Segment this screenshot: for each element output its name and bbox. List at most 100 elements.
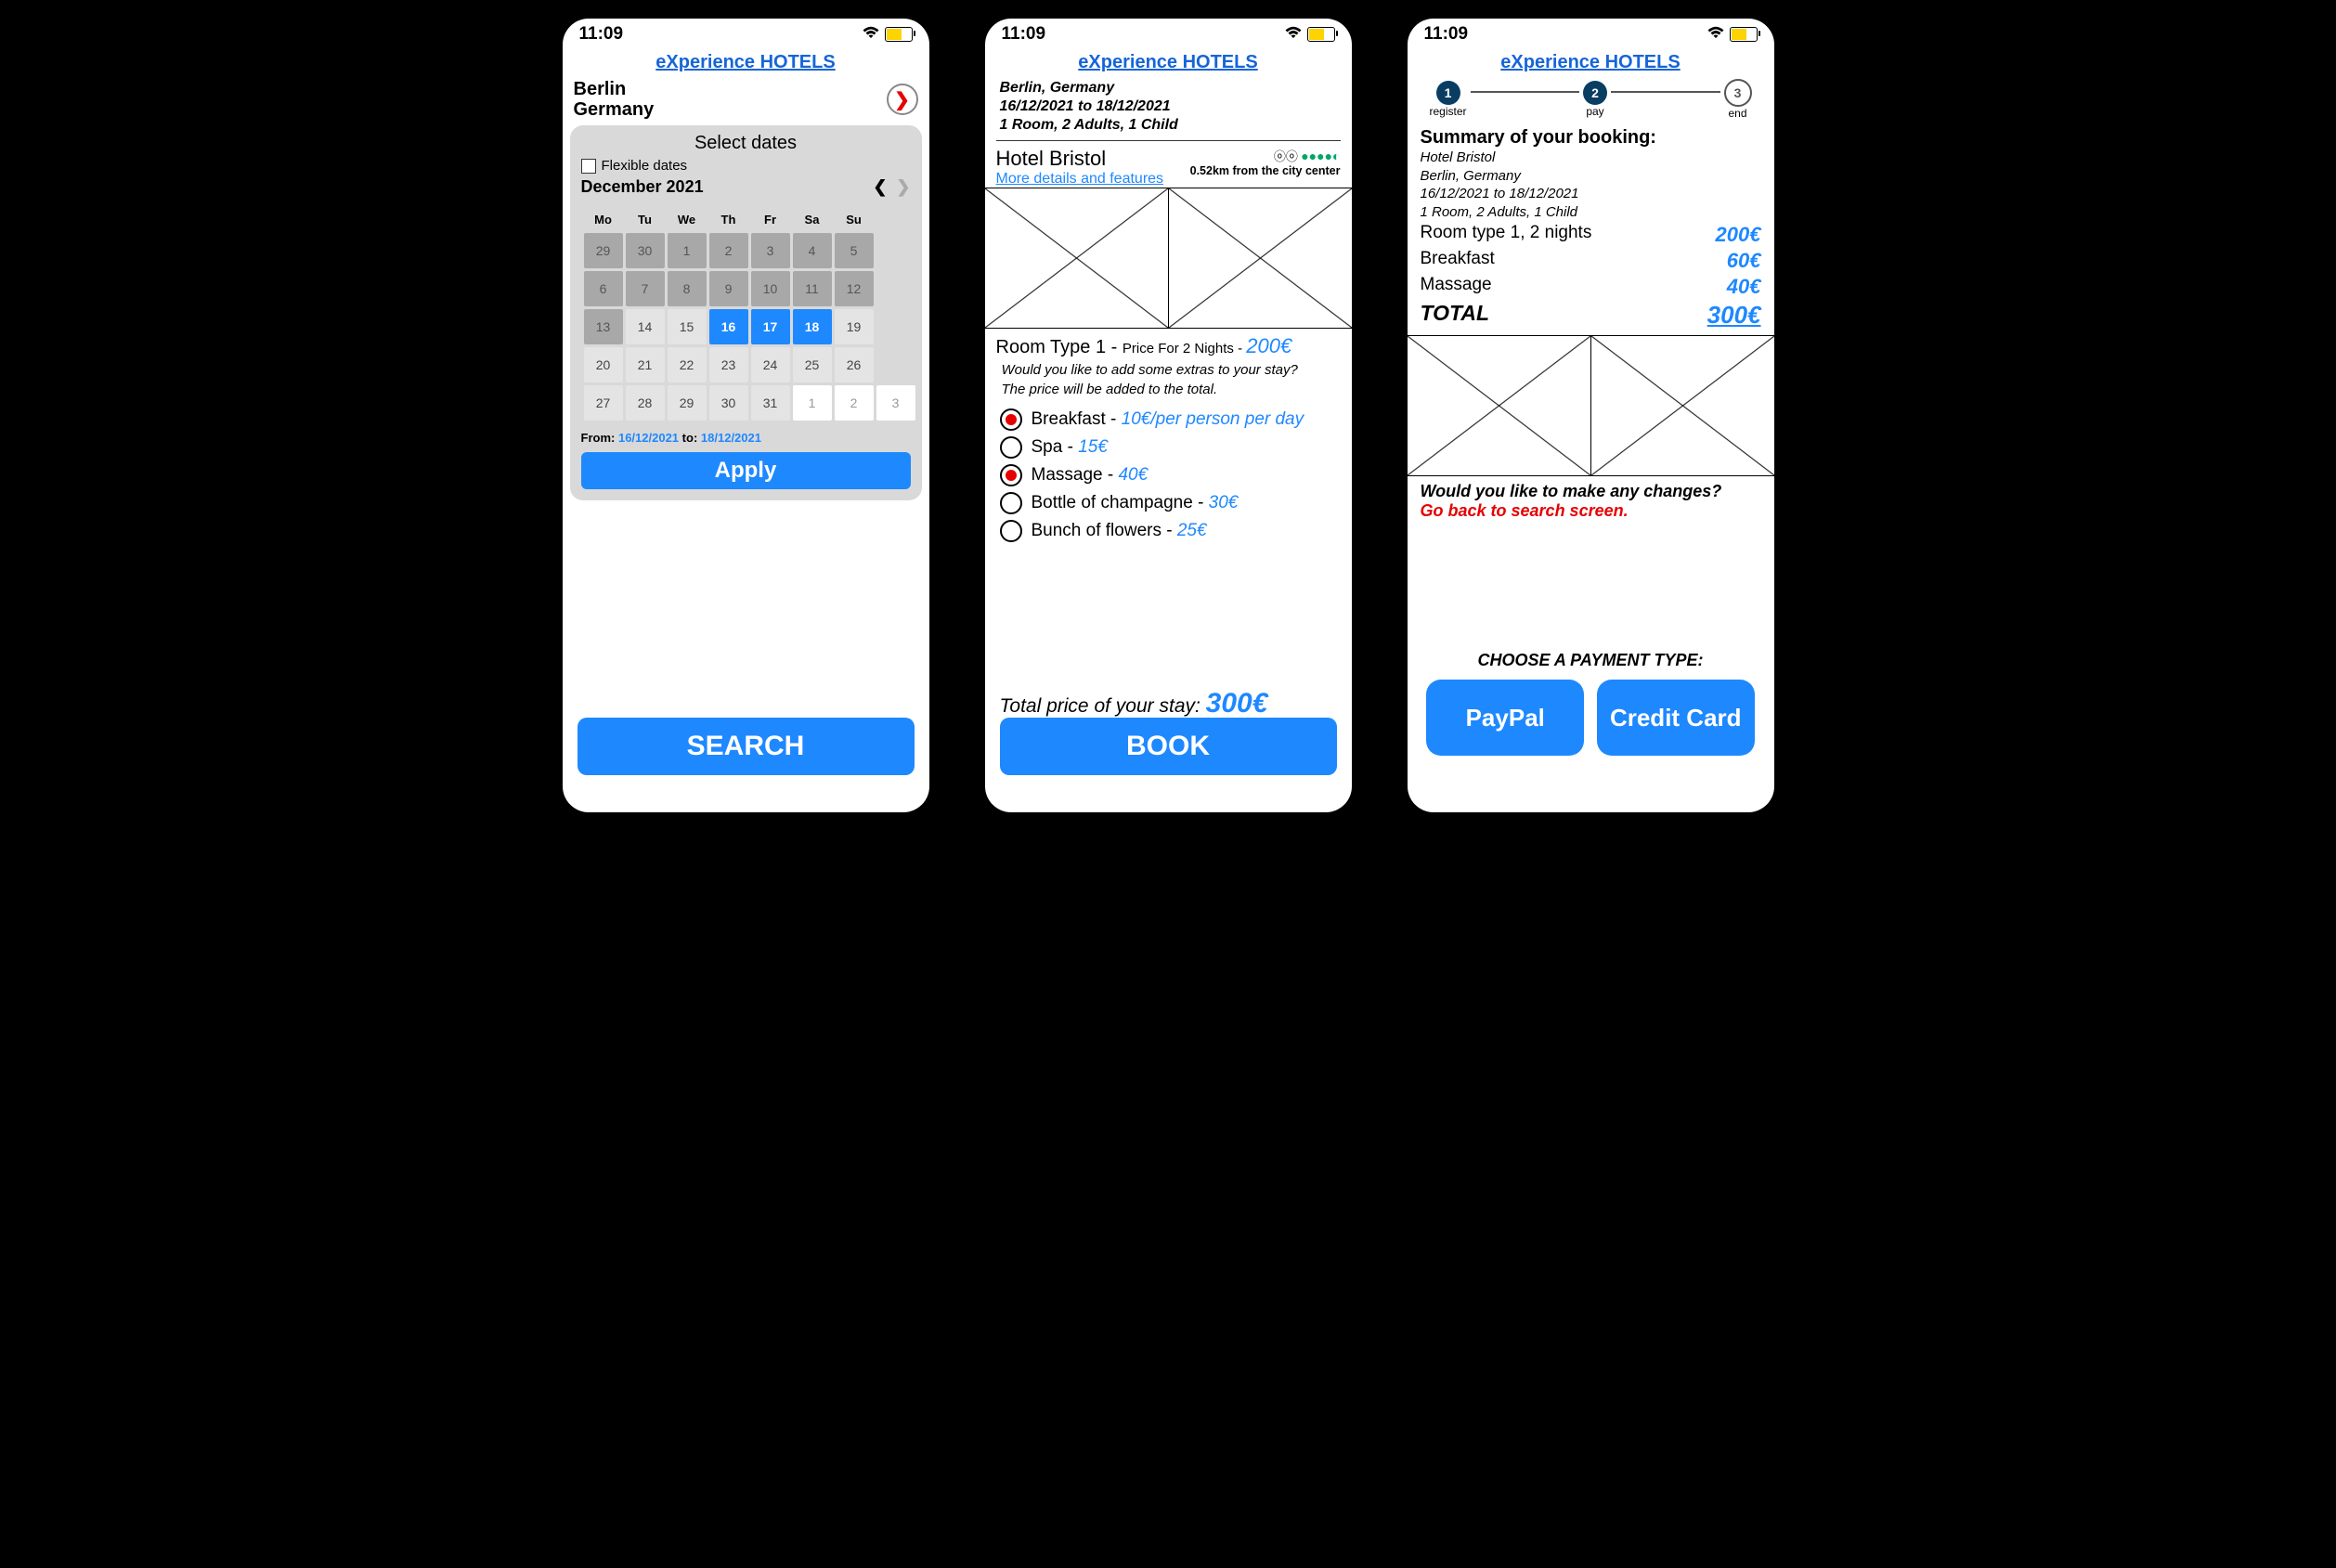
calendar-day[interactable]: 30 xyxy=(709,385,748,421)
extras-note: The price will be added to the total. xyxy=(985,380,1352,399)
calendar-day[interactable]: 31 xyxy=(751,385,790,421)
search-location[interactable]: Berlin Germany xyxy=(574,79,655,120)
calendar-day[interactable]: 8 xyxy=(668,271,707,306)
extra-champagne[interactable]: Bottle of champagne - 30€ xyxy=(1000,492,1337,514)
calendar-day[interactable]: 3 xyxy=(876,385,915,421)
summary-guests: 1 Room, 2 Adults, 1 Child xyxy=(1421,203,1761,222)
calendar-day[interactable]: 30 xyxy=(626,233,665,268)
details-link[interactable]: More details and features xyxy=(996,171,1164,188)
prev-month-button[interactable]: ❮ xyxy=(873,177,887,197)
calendar-day[interactable]: 29 xyxy=(668,385,707,421)
extra-price: 15€ xyxy=(1078,437,1108,457)
status-time: 11:09 xyxy=(579,24,624,45)
calendar-day[interactable]: 1 xyxy=(668,233,707,268)
image-placeholder[interactable] xyxy=(1169,188,1352,328)
calendar-day[interactable]: 23 xyxy=(709,347,748,382)
extra-massage[interactable]: Massage - 40€ xyxy=(1000,464,1337,486)
step-connector xyxy=(1471,91,1580,93)
radio-icon xyxy=(1000,436,1022,459)
calendar-day-selected[interactable]: 17 xyxy=(751,309,790,344)
summary-line-massage: Massage 40€ xyxy=(1421,275,1761,299)
search-button[interactable]: SEARCH xyxy=(578,718,915,775)
summary-line-breakfast: Breakfast 60€ xyxy=(1421,249,1761,273)
changes-question: Would you like to make any changes? xyxy=(1408,476,1774,501)
image-gallery[interactable] xyxy=(985,188,1352,329)
battery-icon xyxy=(1307,27,1335,42)
rating-block: ⓞⓞ ●●●●◐ 0.52km from the city center xyxy=(1190,147,1341,177)
calendar-day[interactable]: 2 xyxy=(835,385,874,421)
weekday-header: We xyxy=(668,209,707,230)
calendar-day[interactable]: 22 xyxy=(668,347,707,382)
calendar-day[interactable]: 27 xyxy=(584,385,623,421)
calendar-day[interactable]: 19 xyxy=(835,309,874,344)
calendar-day[interactable]: 4 xyxy=(793,233,832,268)
calendar-day[interactable]: 21 xyxy=(626,347,665,382)
flexible-dates-checkbox[interactable]: Flexible dates xyxy=(581,158,911,174)
step-end[interactable]: 3 end xyxy=(1724,79,1752,120)
total-label: Total price of your stay: xyxy=(1000,695,1206,717)
calendar-day[interactable]: 12 xyxy=(835,271,874,306)
calendar-day-selected[interactable]: 16 xyxy=(709,309,748,344)
app-title[interactable]: eXperience HOTELS xyxy=(1408,52,1774,73)
image-gallery[interactable] xyxy=(1408,335,1774,476)
image-placeholder[interactable] xyxy=(1591,336,1774,475)
calendar-day[interactable]: 10 xyxy=(751,271,790,306)
extra-price: 40€ xyxy=(1118,465,1148,485)
next-month-button[interactable]: ❯ xyxy=(896,177,910,197)
city-label: Berlin xyxy=(574,79,655,99)
chevron-right-icon: ❯ xyxy=(894,88,910,111)
step-connector xyxy=(1611,91,1720,93)
next-arrow-button[interactable]: ❯ xyxy=(887,84,918,115)
weekday-header: Fr xyxy=(751,209,790,230)
calendar-day[interactable]: 9 xyxy=(709,271,748,306)
calendar-day[interactable]: 26 xyxy=(835,347,874,382)
extra-breakfast[interactable]: Breakfast - 10€/per person per day xyxy=(1000,408,1337,431)
calendar-day[interactable]: 6 xyxy=(584,271,623,306)
calendar-day[interactable]: 24 xyxy=(751,347,790,382)
step-pay[interactable]: 2 pay xyxy=(1583,81,1607,118)
image-placeholder[interactable] xyxy=(1408,336,1591,475)
calendar-day[interactable]: 29 xyxy=(584,233,623,268)
calendar-day[interactable]: 2 xyxy=(709,233,748,268)
app-title[interactable]: eXperience HOTELS xyxy=(985,52,1352,73)
extra-flowers[interactable]: Bunch of flowers - 25€ xyxy=(1000,520,1337,542)
calendar-day[interactable]: 28 xyxy=(626,385,665,421)
step-label: register xyxy=(1430,105,1467,118)
calendar-day[interactable]: 25 xyxy=(793,347,832,382)
line-value: 200€ xyxy=(1716,223,1761,247)
search-header: Berlin Germany ❯ xyxy=(563,79,929,120)
app-title[interactable]: eXperience HOTELS xyxy=(563,52,929,73)
calendar-day[interactable]: 11 xyxy=(793,271,832,306)
payment-title: CHOOSE A PAYMENT TYPE: xyxy=(1408,651,1774,670)
to-label: to: xyxy=(682,431,698,445)
go-back-link[interactable]: Go back to search screen. xyxy=(1408,501,1774,521)
apply-button[interactable]: Apply xyxy=(581,452,911,489)
calendar-day[interactable]: 3 xyxy=(751,233,790,268)
calendar-day[interactable]: 20 xyxy=(584,347,623,382)
credit-card-button[interactable]: Credit Card xyxy=(1597,680,1755,756)
wifi-icon xyxy=(1285,24,1302,45)
image-placeholder[interactable] xyxy=(985,188,1169,328)
flexible-label: Flexible dates xyxy=(602,158,688,174)
calendar-day[interactable]: 5 xyxy=(835,233,874,268)
weekday-header: Su xyxy=(835,209,874,230)
calendar-day-selected[interactable]: 18 xyxy=(793,309,832,344)
book-button[interactable]: BOOK xyxy=(1000,718,1337,775)
calendar-day[interactable]: 13 xyxy=(584,309,623,344)
extra-name: Bunch of flowers - xyxy=(1032,521,1177,540)
extra-name: Massage - xyxy=(1032,465,1119,485)
calendar-day[interactable]: 14 xyxy=(626,309,665,344)
hotel-name: Hotel Bristol xyxy=(996,147,1164,171)
line-value: 40€ xyxy=(1727,275,1761,299)
room-price: 200€ xyxy=(1246,334,1291,357)
radio-icon xyxy=(1000,492,1022,514)
paypal-button[interactable]: PayPal xyxy=(1426,680,1584,756)
summary-location: Berlin, Germany xyxy=(1421,167,1761,186)
summary-hotel: Hotel Bristol xyxy=(1421,149,1761,167)
calendar-day[interactable]: 15 xyxy=(668,309,707,344)
extra-spa[interactable]: Spa - 15€ xyxy=(1000,436,1337,459)
calendar-day[interactable]: 7 xyxy=(626,271,665,306)
step-register[interactable]: 1 register xyxy=(1430,81,1467,118)
calendar-day[interactable]: 1 xyxy=(793,385,832,421)
line-value: 60€ xyxy=(1727,249,1761,273)
